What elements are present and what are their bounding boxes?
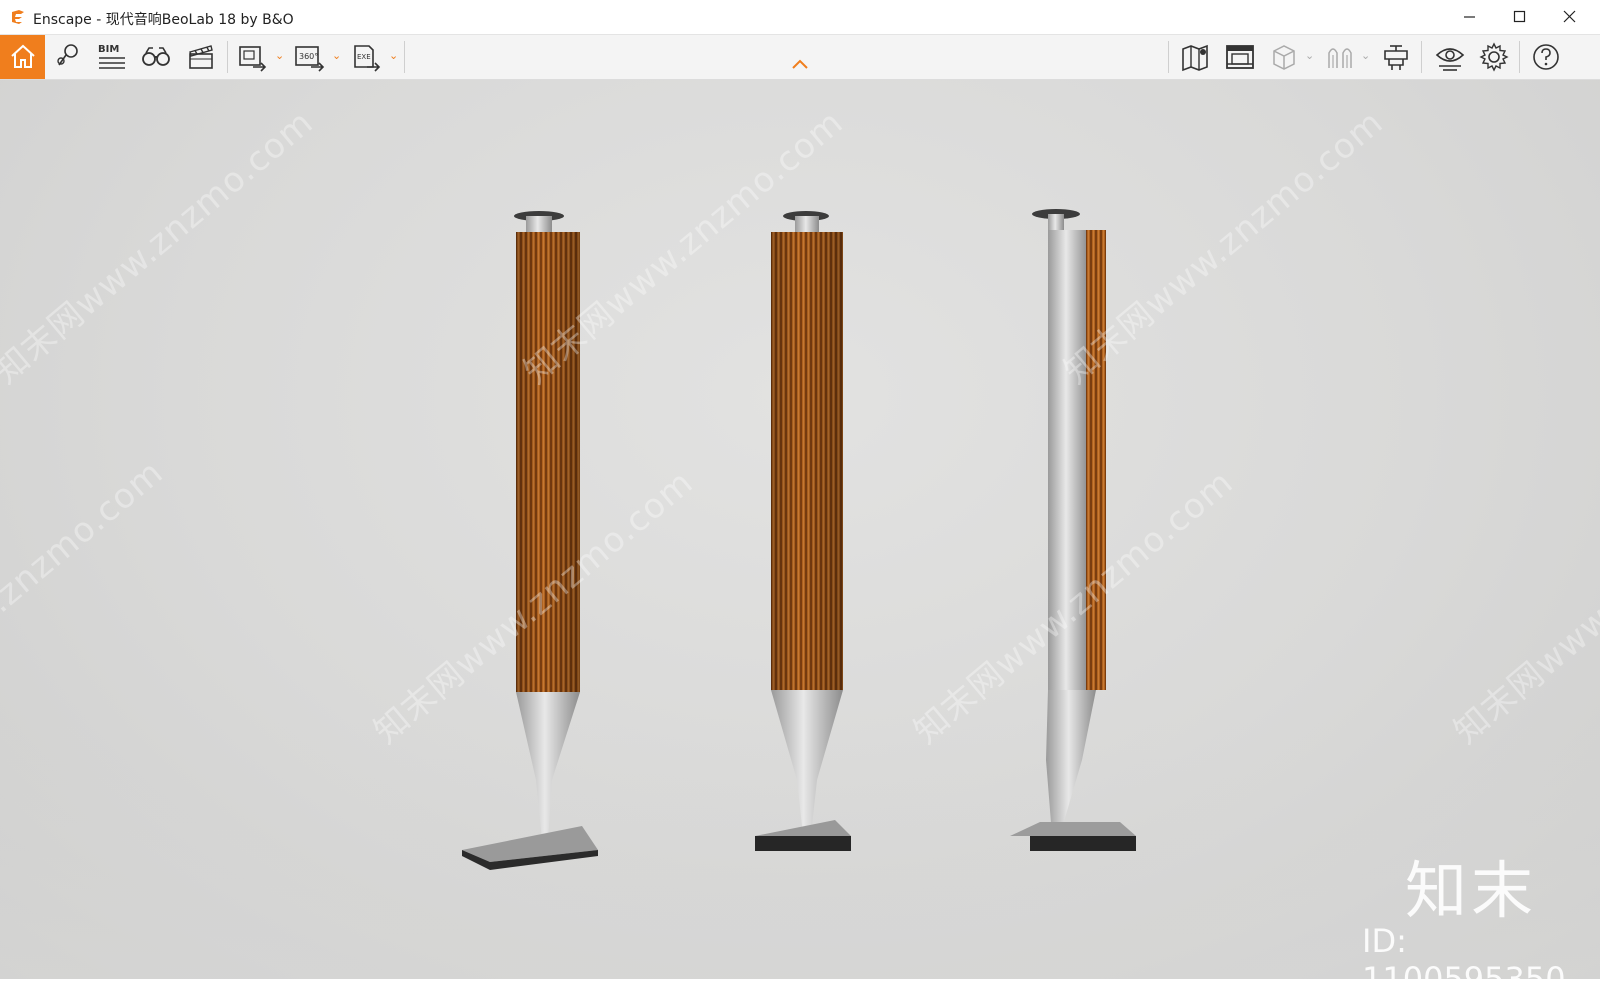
map-pin-icon (57, 44, 78, 66)
title-bar: Enscape - 现代音响BeoLab 18 by B&O (0, 0, 1600, 35)
main-toolbar: BIM ⌄ 360° ⌄ EXE ⌄ ⌄ ⌄ (0, 35, 1600, 80)
speaker-center (755, 211, 851, 851)
render-image-dropdown-icon[interactable]: ⌄ (275, 49, 284, 62)
cube-button[interactable] (1266, 35, 1302, 79)
close-icon (1563, 10, 1576, 23)
render-image-button[interactable] (235, 35, 271, 79)
map-icon (1182, 44, 1208, 72)
close-button[interactable] (1548, 0, 1594, 34)
export-exe-dropdown-icon[interactable]: ⌄ (389, 49, 398, 62)
visual-settings-button[interactable] (1432, 35, 1468, 79)
panorama-360-icon: 360° (295, 46, 325, 72)
asset-id-label: ID: 1100595350 (1362, 922, 1566, 998)
vr-dropdown-icon[interactable]: ⌄ (1361, 49, 1370, 62)
vr-button[interactable] (1322, 35, 1358, 79)
render-image-icon (239, 46, 267, 72)
map-button[interactable] (1178, 35, 1214, 79)
export-exe-button[interactable]: EXE (349, 35, 385, 79)
clapperboard-icon (189, 45, 213, 69)
bim-button[interactable]: BIM (93, 35, 129, 79)
watermark: 知末网www.znzmo.com (0, 102, 322, 393)
maximize-button[interactable] (1498, 0, 1544, 34)
home-button[interactable] (0, 35, 45, 79)
svg-text:360°: 360° (299, 52, 318, 61)
fly-icon (1384, 45, 1408, 70)
video-editor-button[interactable] (183, 35, 219, 79)
fly-mode-button[interactable] (1378, 35, 1414, 79)
help-button[interactable] (1528, 35, 1564, 79)
toolbar-separator (404, 41, 405, 73)
bim-icon: BIM (98, 44, 125, 69)
views-button[interactable] (50, 35, 86, 79)
render-panorama-dropdown-icon[interactable]: ⌄ (332, 49, 341, 62)
collapse-toolbar-icon[interactable] (789, 57, 811, 71)
eye-icon (1435, 48, 1465, 71)
window-title: Enscape - 现代音响BeoLab 18 by B&O (33, 12, 294, 28)
render-viewport[interactable]: 知末网www.znzmo.com 知末网www.znzmo.com 知末网www… (0, 80, 1600, 979)
home-icon (11, 44, 35, 68)
minimize-icon (1464, 16, 1475, 18)
watermark: 知末网www.znzmo.com (1446, 462, 1600, 753)
svg-text:BIM: BIM (98, 44, 119, 55)
gear-icon (1479, 42, 1509, 72)
help-icon (1533, 44, 1559, 70)
cube-dropdown-icon[interactable]: ⌄ (1305, 49, 1314, 62)
minimize-button[interactable] (1448, 0, 1494, 34)
walk-mode-button[interactable] (138, 35, 174, 79)
render-panorama-button[interactable]: 360° (291, 35, 327, 79)
svg-text:EXE: EXE (357, 53, 371, 61)
cube-icon (1273, 45, 1295, 70)
toolbar-separator (1168, 41, 1169, 73)
export-exe-icon: EXE (354, 45, 381, 72)
settings-button[interactable] (1476, 35, 1512, 79)
binoculars-icon (142, 47, 170, 66)
enscape-logo-icon (12, 10, 24, 24)
toolbar-separator (1421, 41, 1422, 73)
toolbar-separator (227, 41, 228, 73)
asset-library-button[interactable] (1222, 35, 1258, 79)
maximize-icon (1513, 10, 1526, 23)
vr-headset-icon (1328, 48, 1352, 68)
watermark: 知末网www.znzmo.com (0, 452, 172, 743)
toolbar-separator (1519, 41, 1520, 73)
asset-library-icon (1226, 45, 1254, 69)
brand-watermark: 知末 (1405, 854, 1538, 927)
